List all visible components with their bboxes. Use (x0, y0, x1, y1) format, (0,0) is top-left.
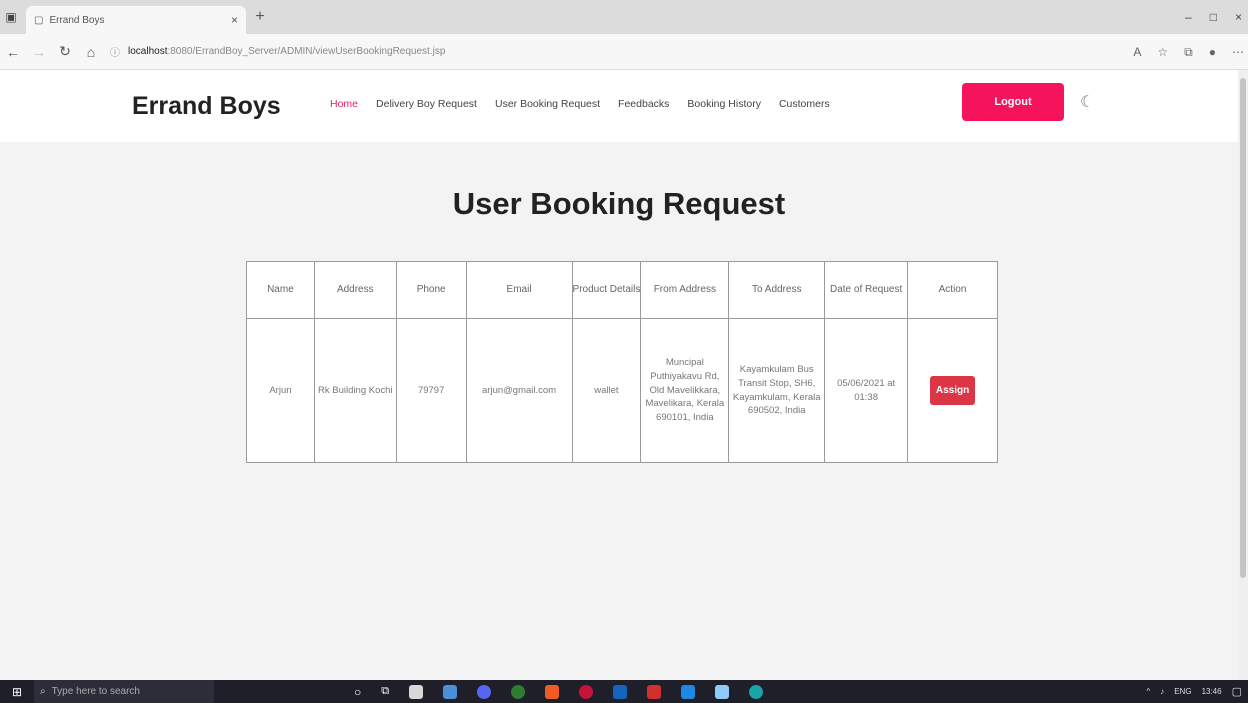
edge-icon[interactable] (749, 684, 764, 699)
cell-product: wallet (571, 318, 642, 463)
profile-icon[interactable]: ● (1209, 45, 1216, 59)
column-header: Name (246, 261, 315, 319)
column-header: Action (907, 261, 998, 319)
column-header: Address (313, 261, 397, 319)
table-row: Arjun Rk Building Kochi 79797 arjun@gmai… (246, 318, 998, 463)
booking-table: Name Address Phone Email Product Details… (246, 261, 998, 463)
table-header-row: Name Address Phone Email Product Details… (246, 261, 998, 319)
brand-logo[interactable]: Errand Boys (132, 92, 281, 121)
maximize-icon[interactable]: □ (1210, 10, 1217, 24)
nav-customers[interactable]: Customers (779, 98, 830, 110)
tab-actions-icon[interactable]: ▣ (0, 6, 22, 28)
page-icon: ▢ (34, 14, 44, 26)
opera-icon[interactable] (579, 684, 594, 699)
windows-taskbar: ⊞ ⌕ Type here to search ○ ⧉ ^ ♪ ENG 13:4… (0, 680, 1248, 703)
browser-toolbar-right: A ☆ ⧉ ● ⋯ (1133, 34, 1244, 70)
minimize-icon[interactable]: – (1185, 10, 1192, 24)
cell-phone: 79797 (395, 318, 467, 463)
taskbar-apps: ○ ⧉ (354, 684, 764, 699)
cell-name: Arjun (246, 318, 315, 463)
checkmark-app-icon[interactable] (443, 684, 458, 699)
column-header: Product Details (571, 261, 642, 319)
task-view-icon[interactable]: ⧉ (381, 685, 389, 698)
new-tab-icon[interactable]: + (250, 8, 270, 26)
dark-mode-moon-icon[interactable]: ☾ (1080, 92, 1094, 112)
cell-email: arjun@gmail.com (465, 318, 573, 463)
back-icon[interactable]: ← (0, 44, 26, 60)
more-icon[interactable]: ⋯ (1232, 45, 1244, 59)
column-header: To Address (728, 261, 826, 319)
page-title: User Booking Request (452, 186, 786, 221)
web-page: Errand Boys Home Delivery Boy Request Us… (0, 70, 1238, 680)
favorites-icon[interactable]: ☆ (1157, 45, 1168, 59)
cell-address: Rk Building Kochi (313, 318, 397, 463)
assign-button[interactable]: Assign (929, 376, 976, 405)
browser-tabbar: ▣ ▢ Errand Boys × + – □ × (0, 0, 1248, 34)
address-bar: ← → ↻ ⌂ ⓘ localhost :8080/ErrandBoy_Serv… (0, 34, 1248, 70)
vscode-icon[interactable] (681, 684, 696, 699)
vs-icon[interactable] (613, 684, 628, 699)
windows-start-icon[interactable]: ⊞ (0, 685, 34, 699)
window-controls: – □ × (1185, 0, 1242, 34)
close-tab-icon[interactable]: × (231, 13, 238, 27)
scrollbar-thumb[interactable] (1240, 78, 1246, 578)
column-header: Email (465, 261, 573, 319)
url-input[interactable]: ⓘ localhost :8080/ErrandBoy_Server/ADMIN… (110, 39, 1010, 65)
store-icon[interactable] (409, 684, 424, 699)
url-host: localhost (128, 46, 168, 57)
read-aloud-icon[interactable]: A (1133, 45, 1141, 59)
cortana-icon[interactable]: ○ (354, 685, 361, 699)
system-tray: ^ ♪ ENG 13:46 ▢ (1146, 680, 1242, 703)
nav-home[interactable]: Home (330, 98, 358, 110)
search-icon: ⌕ (40, 686, 46, 697)
nav-menu: Home Delivery Boy Request User Booking R… (330, 98, 830, 110)
site-navbar: Errand Boys Home Delivery Boy Request Us… (0, 70, 1238, 142)
url-path: :8080/ErrandBoy_Server/ADMIN/viewUserBoo… (167, 46, 446, 57)
column-header: Date of Request (824, 261, 909, 319)
notification-icon[interactable]: ▢ (1232, 685, 1242, 698)
page-scrollbar[interactable] (1238, 70, 1248, 680)
chevron-up-icon[interactable]: ^ (1146, 687, 1150, 696)
logout-button[interactable]: Logout (962, 83, 1064, 121)
forward-icon[interactable]: → (26, 44, 52, 60)
android-studio-icon[interactable] (511, 684, 526, 699)
cell-to-address: Kayamkulam Bus Transit Stop, SH6, Kayamk… (728, 318, 826, 463)
taskbar-search[interactable]: ⌕ Type here to search (34, 680, 214, 703)
search-placeholder: Type here to search (51, 686, 140, 697)
cell-action: Assign (907, 318, 998, 463)
refresh-icon[interactable]: ↻ (52, 43, 78, 60)
brave-icon[interactable] (545, 684, 560, 699)
close-window-icon[interactable]: × (1235, 10, 1242, 24)
column-header: Phone (395, 261, 467, 319)
info-icon[interactable]: ⓘ (110, 44, 120, 59)
pdf-icon[interactable] (647, 684, 662, 699)
column-header: From Address (640, 261, 730, 319)
tab-title: Errand Boys (49, 14, 105, 26)
cell-from-address: Muncipal Puthiyakavu Rd, Old Mavelikkara… (640, 318, 730, 463)
cell-date: 05/06/2021 at 01:38 (824, 318, 909, 463)
app-icon[interactable] (715, 684, 730, 699)
network-icon[interactable]: ♪ (1160, 687, 1164, 696)
browser-tab[interactable]: ▢ Errand Boys × (26, 6, 246, 34)
nav-booking-history[interactable]: Booking History (687, 98, 761, 110)
nav-feedbacks[interactable]: Feedbacks (618, 98, 669, 110)
nav-delivery-boy-request[interactable]: Delivery Boy Request (376, 98, 477, 110)
home-icon[interactable]: ⌂ (78, 44, 104, 60)
clock[interactable]: 13:46 (1202, 687, 1222, 696)
collections-icon[interactable]: ⧉ (1184, 45, 1193, 60)
nav-user-booking-request[interactable]: User Booking Request (495, 98, 600, 110)
language-indicator[interactable]: ENG (1174, 687, 1191, 696)
discord-icon[interactable] (477, 684, 492, 699)
